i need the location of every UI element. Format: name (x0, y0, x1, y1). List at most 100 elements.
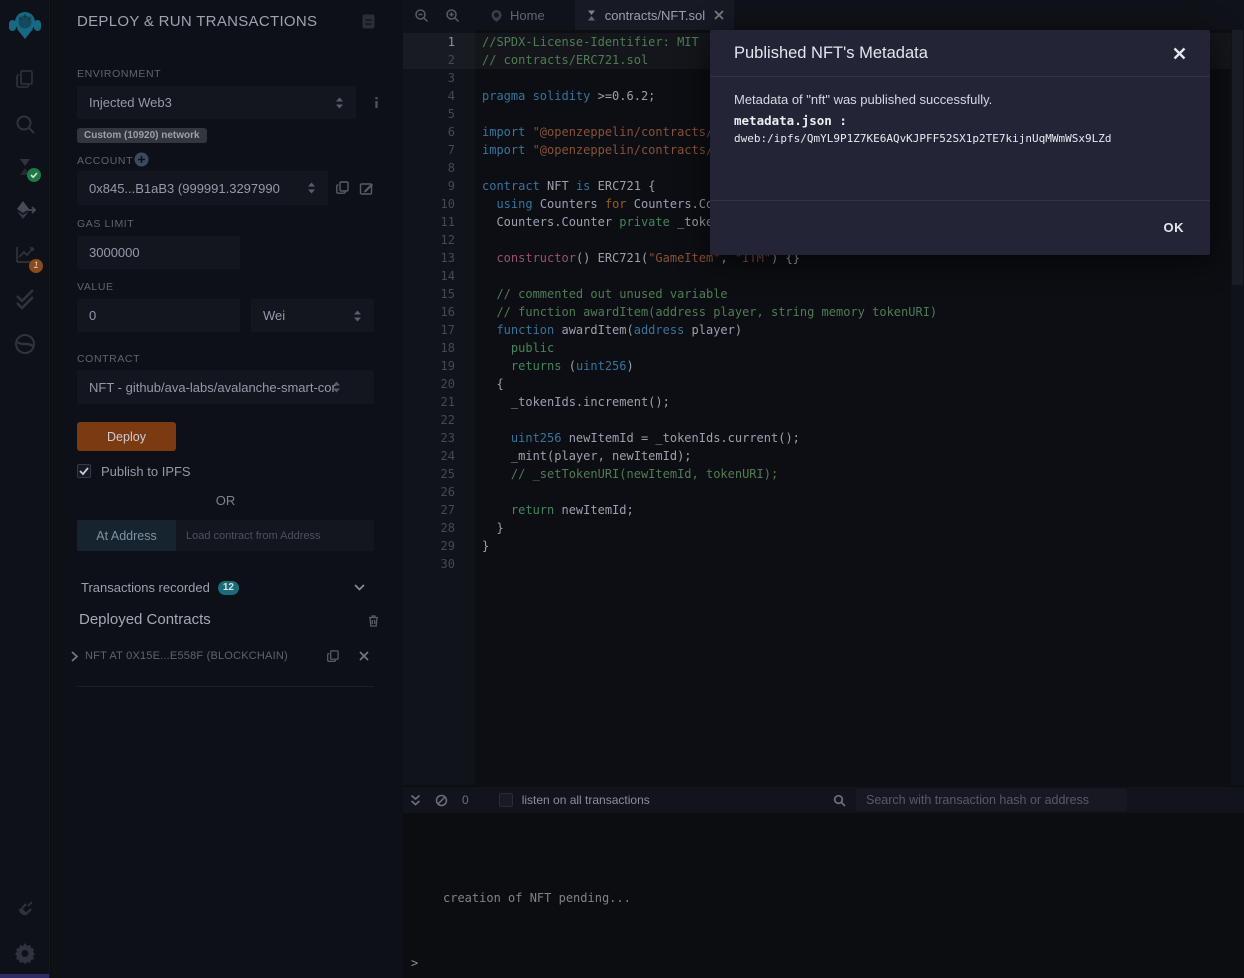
terminal-toolbar: 0 listen on all transactions (403, 787, 1244, 813)
value-input[interactable] (77, 299, 240, 332)
line-number: 16 (403, 303, 475, 321)
unit-testing-icon[interactable] (13, 287, 37, 311)
gas-limit-input[interactable] (77, 236, 240, 269)
code-text: _mint(player, newItemId); (475, 447, 692, 465)
code-text: //SPDX-License-Identifier: MIT (475, 33, 699, 51)
deployed-contract-row[interactable]: NFT AT 0X15E...E558F (BLOCKCHAIN) (71, 649, 374, 663)
code-text (475, 483, 482, 501)
close-tab-icon[interactable] (714, 10, 724, 20)
tab-home[interactable]: Home (480, 0, 555, 30)
contract-value: NFT - github/ava-labs/avalanche-smart-co… (89, 380, 336, 395)
file-explorer-icon[interactable] (13, 67, 37, 91)
code-line: 17 function awardItem(address player) (403, 321, 1244, 339)
modal-close-icon[interactable] (1173, 47, 1186, 60)
copy-account-icon[interactable] (335, 180, 350, 195)
deploy-run-icon[interactable] (13, 198, 37, 222)
code-text: return newItemId; (475, 501, 634, 519)
value-unit-select[interactable]: Wei (251, 299, 374, 332)
at-address-input[interactable] (176, 520, 374, 551)
modal-message: Metadata of "nft" was published successf… (734, 92, 1186, 107)
code-text: { (475, 375, 504, 393)
code-line: 20 { (403, 375, 1244, 393)
caret-updown-icon (335, 96, 344, 110)
trash-icon[interactable] (366, 613, 381, 628)
environment-select[interactable]: Injected Web3 (77, 86, 356, 119)
edit-account-icon[interactable] (359, 181, 374, 196)
line-number: 26 (403, 483, 475, 501)
modal-ok-button[interactable]: OK (1164, 220, 1185, 235)
line-number: 23 (403, 429, 475, 447)
code-line: 25 // _setTokenURI(newItemId, tokenURI); (403, 465, 1244, 483)
zoom-out-icon[interactable] (414, 8, 429, 23)
solidity-file-icon (585, 9, 598, 22)
line-number: 17 (403, 321, 475, 339)
account-select[interactable]: 0x845...B1aB3 (999991.3297990 (77, 171, 328, 205)
debugger-icon[interactable] (13, 332, 37, 356)
plugin-manager-icon[interactable] (13, 897, 37, 921)
line-number: 21 (403, 393, 475, 411)
environment-info-icon[interactable] (369, 95, 384, 110)
search-icon[interactable] (13, 112, 37, 136)
caret-updown-icon (353, 309, 362, 323)
or-separator: OR (77, 493, 374, 508)
remove-contract-icon[interactable] (359, 651, 369, 661)
code-line: 14 (403, 267, 1244, 285)
at-address-group: At Address (77, 520, 374, 551)
code-text: // _setTokenURI(newItemId, tokenURI); (475, 465, 778, 483)
deploy-button[interactable]: Deploy (77, 422, 176, 451)
terminal-output[interactable]: creation of NFT pending... > (403, 813, 1244, 978)
code-text (475, 555, 482, 573)
code-text: public (475, 339, 554, 357)
chevron-down-icon[interactable] (354, 584, 365, 591)
line-number: 5 (403, 105, 475, 123)
terminal-search-input[interactable] (856, 789, 1127, 811)
editor-tabbar: Home contracts/NFT.sol (403, 0, 1244, 30)
code-text: function awardItem(address player) (475, 321, 742, 339)
settings-icon[interactable] (13, 941, 37, 965)
tab-nft-sol[interactable]: contracts/NFT.sol (575, 0, 734, 30)
deploy-run-panel: DEPLOY & RUN TRANSACTIONS ENVIRONMENT In… (51, 0, 403, 978)
code-text: pragma solidity >=0.6.2; (475, 87, 655, 105)
line-number: 15 (403, 285, 475, 303)
home-tab-label: Home (510, 8, 545, 23)
transactions-recorded-row[interactable]: Transactions recorded 12 (77, 580, 374, 595)
modal-footer: OK (710, 201, 1210, 253)
listen-transactions-checkbox[interactable] (499, 793, 513, 807)
at-address-button[interactable]: At Address (77, 520, 176, 551)
add-account-icon[interactable] (134, 152, 149, 167)
caret-updown-icon (307, 181, 316, 195)
analytics-badge-count: 1 (29, 260, 43, 270)
code-text: _tokenIds.increment(); (475, 393, 670, 411)
line-number: 29 (403, 537, 475, 555)
publish-ipfs-checkbox[interactable] (77, 464, 91, 478)
line-number: 3 (403, 69, 475, 87)
code-text: // function awardItem(address player, st… (475, 303, 937, 321)
code-text (475, 105, 482, 123)
code-line: 27 return newItemId; (403, 501, 1244, 519)
terminal-search-icon (833, 794, 846, 807)
code-text: } (475, 537, 489, 555)
zoom-in-icon[interactable] (445, 8, 460, 23)
copy-address-icon[interactable] (326, 649, 340, 663)
value-unit: Wei (263, 308, 285, 323)
code-line: 15 // commented out unused variable (403, 285, 1244, 303)
code-line: 23 uint256 newItemId = _tokenIds.current… (403, 429, 1244, 447)
scrollbar-thumb[interactable] (1232, 30, 1243, 285)
line-number: 14 (403, 267, 475, 285)
terminal-collapse-icon[interactable] (409, 794, 422, 807)
account-value: 0x845...B1aB3 (999991.3297990 (89, 181, 280, 196)
documentation-icon[interactable] (361, 13, 376, 30)
code-text: contract NFT is ERC721 { (475, 177, 655, 195)
terminal-search-group (833, 789, 1127, 811)
expand-chevron-icon[interactable] (71, 651, 78, 662)
clear-console-icon[interactable] (435, 794, 448, 807)
line-number: 28 (403, 519, 475, 537)
modal-metadata-filename: metadata.json : (734, 113, 1186, 128)
remix-app: 1 DEPLOY & RUN TRANSACTIONS ENVIRONMENT … (0, 0, 1244, 978)
code-text: } (475, 519, 504, 537)
pending-tx-count: 0 (462, 793, 469, 807)
contract-select[interactable]: NFT - github/ava-labs/avalanche-smart-co… (77, 370, 374, 404)
code-text: Counters.Counter private _tokenIds; (475, 213, 749, 231)
transactions-recorded-label: Transactions recorded (81, 580, 210, 595)
editor-scrollbar[interactable] (1231, 30, 1244, 785)
